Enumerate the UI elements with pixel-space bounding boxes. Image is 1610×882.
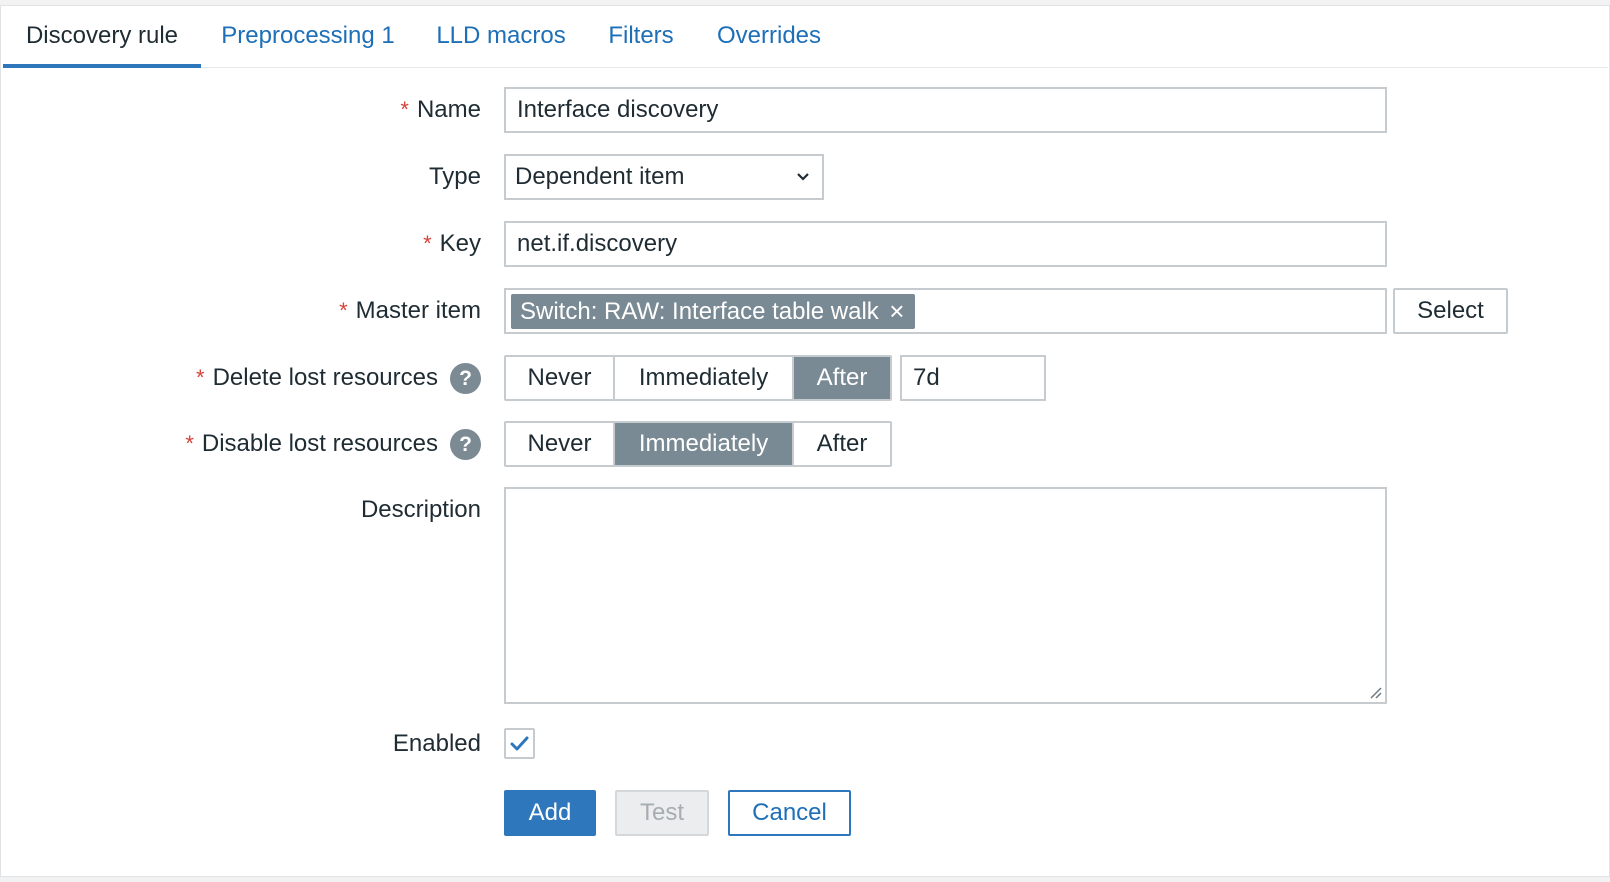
required-marker: * — [185, 431, 194, 456]
master-item-chip-text: Switch: RAW: Interface table walk — [520, 298, 879, 325]
required-marker: * — [196, 365, 205, 390]
checkmark-icon — [510, 736, 529, 751]
delete-lost-after-input[interactable] — [900, 355, 1046, 401]
master-item-field[interactable]: Switch: RAW: Interface table walk × — [504, 288, 1387, 334]
disable-lost-option-never[interactable]: Never — [506, 423, 615, 465]
description-label: Description — [361, 487, 481, 533]
tab-lld-macros[interactable]: LLD macros — [431, 6, 571, 68]
disable-lost-option-immediately[interactable]: Immediately — [615, 423, 794, 465]
select-button[interactable]: Select — [1393, 288, 1508, 334]
required-marker: * — [423, 231, 432, 256]
resize-grip-icon[interactable] — [1368, 685, 1382, 699]
discovery-rule-form: Discovery rule Preprocessing 1 LLD macro… — [0, 5, 1610, 877]
delete-lost-label-text: Delete lost resources — [212, 364, 438, 391]
description-label-text: Description — [360, 496, 481, 523]
master-item-chip: Switch: RAW: Interface table walk × — [511, 294, 915, 329]
test-button[interactable]: Test — [615, 790, 709, 836]
key-label: * Key — [423, 221, 481, 267]
disable-lost-label: * Disable lost resources ? — [185, 421, 481, 467]
delete-lost-option-after[interactable]: After — [794, 357, 890, 399]
tab-bar: Discovery rule Preprocessing 1 LLD macro… — [3, 6, 1608, 68]
name-label-text: Name — [416, 96, 481, 123]
type-label: Type — [429, 154, 481, 200]
master-item-label: * Master item — [339, 288, 481, 334]
delete-lost-option-immediately[interactable]: Immediately — [615, 357, 794, 399]
type-select[interactable]: Dependent item — [504, 154, 824, 200]
key-input[interactable] — [504, 221, 1387, 267]
tab-discovery-rule[interactable]: Discovery rule — [3, 6, 201, 68]
type-label-text: Type — [428, 163, 481, 190]
chevron-down-icon — [797, 173, 809, 181]
disable-lost-label-text: Disable lost resources — [201, 430, 438, 457]
delete-lost-option-never[interactable]: Never — [506, 357, 615, 399]
add-button[interactable]: Add — [504, 790, 596, 836]
tab-filters[interactable]: Filters — [603, 6, 679, 68]
type-select-value: Dependent item — [515, 163, 685, 190]
tab-overrides[interactable]: Overrides — [709, 6, 829, 68]
tab-preprocessing[interactable]: Preprocessing 1 — [215, 6, 401, 68]
required-marker: * — [339, 298, 348, 323]
delete-lost-label: * Delete lost resources ? — [196, 355, 481, 401]
enabled-checkbox[interactable] — [504, 728, 535, 759]
enabled-label: Enabled — [393, 721, 481, 767]
required-marker: * — [400, 97, 409, 122]
close-icon[interactable]: × — [885, 294, 909, 329]
name-input[interactable] — [504, 87, 1387, 133]
help-icon[interactable]: ? — [450, 362, 481, 394]
description-textarea[interactable] — [504, 487, 1387, 704]
cancel-button[interactable]: Cancel — [728, 790, 851, 836]
delete-lost-segmented: Never Immediately After — [504, 355, 892, 401]
name-label: * Name — [400, 87, 481, 133]
enabled-label-text: Enabled — [392, 730, 481, 757]
disable-lost-segmented: Never Immediately After — [504, 421, 892, 467]
master-item-label-text: Master item — [355, 297, 481, 324]
key-label-text: Key — [439, 230, 481, 257]
help-icon[interactable]: ? — [450, 428, 481, 460]
disable-lost-option-after[interactable]: After — [794, 423, 890, 465]
